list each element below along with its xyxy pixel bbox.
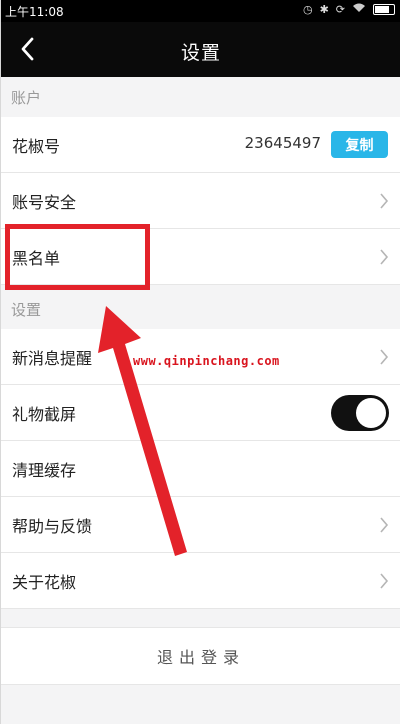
account-id-row: 花椒号 23645497 复制 — [1, 117, 400, 173]
chevron-right-icon — [380, 349, 389, 365]
clear-cache-row[interactable]: 清理缓存 — [1, 441, 400, 497]
chevron-right-icon — [380, 249, 389, 265]
settings-screen: 上午11:08 ◷ ✱ ⟳ 设置 账户 花椒号 23645497 复制 账号安全 — [0, 0, 400, 724]
status-time: 上午11:08 — [5, 5, 64, 19]
new-message-label: 新消息提醒 — [12, 349, 93, 368]
toggle-knob — [356, 398, 386, 428]
logout-label: 退出登录 — [156, 648, 245, 667]
gift-screenshot-row: 礼物截屏 — [1, 385, 400, 441]
watermark-text: www.qinpinchang.com — [133, 354, 280, 368]
status-bar: 上午11:08 ◷ ✱ ⟳ — [1, 0, 400, 22]
chevron-right-icon — [380, 193, 389, 209]
section-header-settings: 设置 — [11, 301, 42, 319]
gift-screenshot-label: 礼物截屏 — [12, 405, 77, 424]
chevron-right-icon — [380, 517, 389, 533]
page-title: 设置 — [180, 42, 221, 64]
navigation-bar: 设置 — [1, 22, 400, 77]
bluetooth-icon: ✱ — [319, 3, 329, 16]
highlight-box — [5, 224, 150, 290]
help-feedback-row[interactable]: 帮助与反馈 — [1, 497, 400, 553]
logout-button[interactable]: 退出登录 — [1, 627, 400, 685]
account-id-label: 花椒号 — [12, 137, 61, 156]
account-security-row[interactable]: 账号安全 — [1, 173, 400, 229]
wifi-icon — [352, 3, 366, 16]
copy-button[interactable]: 复制 — [331, 131, 388, 158]
clear-cache-label: 清理缓存 — [12, 461, 77, 480]
about-row[interactable]: 关于花椒 — [1, 553, 400, 609]
gift-screenshot-toggle[interactable] — [331, 395, 389, 431]
battery-icon — [373, 4, 395, 15]
sync-icon: ⟳ — [335, 3, 345, 16]
account-id-value: 23645497 — [244, 134, 321, 152]
chevron-right-icon — [380, 573, 389, 589]
status-icons: ◷ ✱ ⟳ — [303, 3, 395, 16]
account-security-label: 账号安全 — [12, 193, 77, 212]
about-label: 关于花椒 — [12, 573, 77, 592]
help-feedback-label: 帮助与反馈 — [12, 517, 93, 536]
alarm-icon: ◷ — [302, 3, 313, 16]
section-header-account: 账户 — [11, 89, 42, 107]
